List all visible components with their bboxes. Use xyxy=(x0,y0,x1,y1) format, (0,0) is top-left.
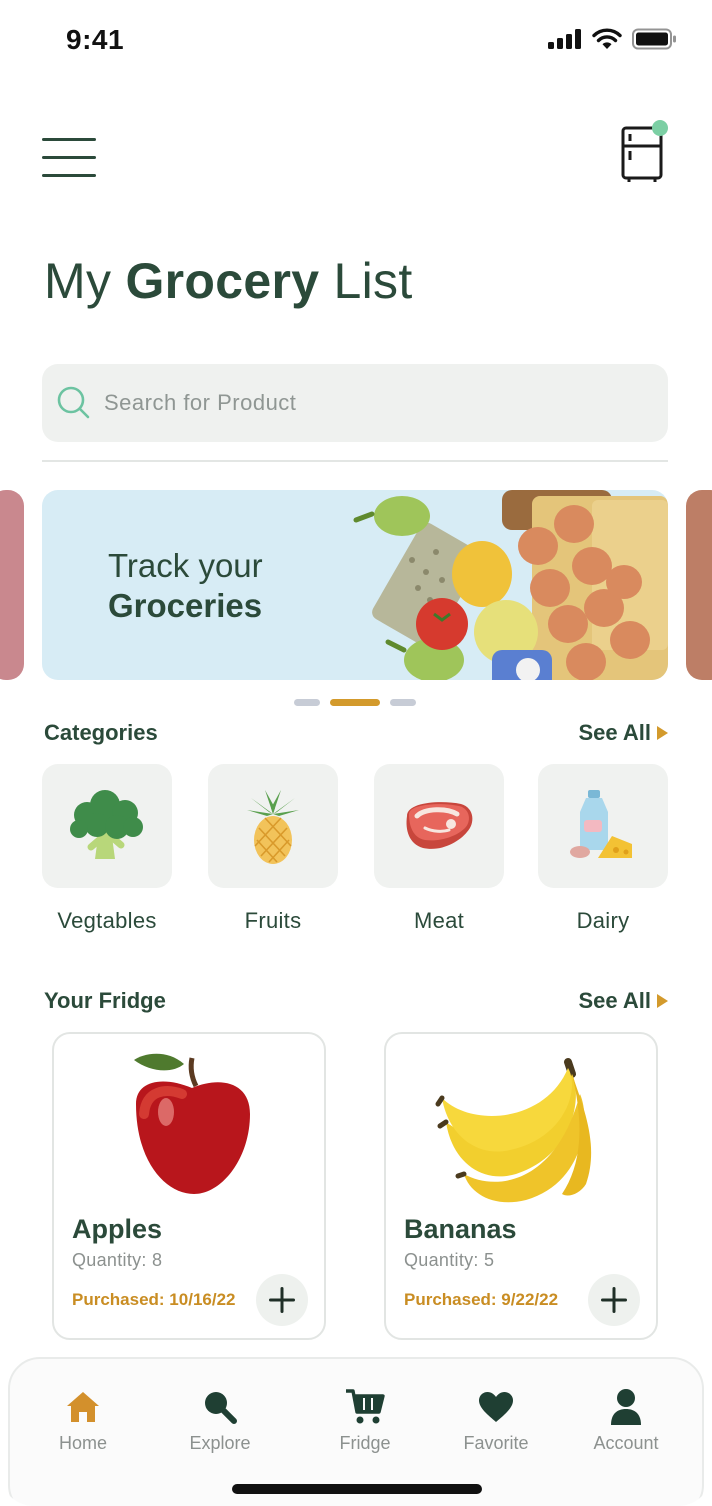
carousel-prev-card[interactable] xyxy=(0,490,24,680)
item-purchase-date: Purchased: 10/16/22 xyxy=(72,1290,236,1309)
title-bold: Grocery xyxy=(125,253,320,309)
fridge-icon xyxy=(621,120,668,182)
banana-image xyxy=(435,1058,592,1203)
nav-label: Fridge xyxy=(339,1433,391,1453)
title-suffix: List xyxy=(319,253,413,309)
broccoli-icon xyxy=(70,790,143,859)
fridge-section-title: Your Fridge xyxy=(44,988,166,1013)
arrow-right-icon xyxy=(657,726,668,740)
category-tile xyxy=(42,764,172,888)
nav-fridge[interactable]: Fridge xyxy=(310,1387,420,1454)
nav-label: Home xyxy=(58,1433,107,1453)
category-label: Meat xyxy=(413,908,465,933)
categories-see-all-link[interactable]: See All xyxy=(578,720,668,746)
steak-icon xyxy=(406,802,473,849)
divider xyxy=(42,460,668,462)
banner-line1: Track your xyxy=(108,547,263,584)
item-quantity: Quantity: 8 xyxy=(72,1250,163,1270)
menu-button[interactable] xyxy=(42,138,98,178)
add-button[interactable] xyxy=(588,1274,640,1326)
cart-icon xyxy=(346,1389,385,1424)
nav-label: Favorite xyxy=(463,1433,529,1453)
search-icon xyxy=(205,1392,237,1424)
item-purchase-date: Purchased: 9/22/22 xyxy=(404,1290,559,1309)
item-name: Bananas xyxy=(404,1214,517,1244)
fridge-item-card[interactable]: Apples Quantity: 8 Purchased: 10/16/22 xyxy=(52,1032,326,1340)
carousel-next-card[interactable] xyxy=(686,490,712,680)
page-title: My Grocery List xyxy=(44,252,413,310)
nav-label: Account xyxy=(593,1433,659,1453)
banner-text: Track your Groceries xyxy=(108,546,263,626)
nav-home[interactable]: Home xyxy=(28,1387,138,1454)
category-fruits[interactable]: Fruits xyxy=(208,764,338,934)
promo-banner[interactable]: Track your Groceries xyxy=(42,490,668,680)
search-bar[interactable] xyxy=(42,364,668,442)
arrow-right-icon xyxy=(657,994,668,1008)
carousel-dot-active[interactable] xyxy=(330,699,380,706)
see-all-label: See All xyxy=(578,720,651,745)
status-time: 9:41 xyxy=(66,24,125,55)
carousel-indicator xyxy=(294,699,416,706)
category-meat[interactable]: Meat xyxy=(374,764,504,934)
wifi-icon xyxy=(592,28,622,49)
title-prefix: My xyxy=(44,253,126,309)
category-vegetables[interactable]: Vegtables xyxy=(42,764,172,934)
nav-favorite[interactable]: Favorite xyxy=(441,1387,551,1454)
item-name: Apples xyxy=(72,1214,163,1244)
category-label: Dairy xyxy=(576,908,630,933)
category-tile xyxy=(208,764,338,888)
category-dairy[interactable]: Dairy xyxy=(538,764,668,934)
item-quantity: Quantity: 5 xyxy=(404,1250,495,1270)
nav-explore[interactable]: Explore xyxy=(165,1387,275,1454)
app-screen: 9:41 My Grocery List Search for Product … xyxy=(0,0,712,1506)
signal-icon xyxy=(548,29,581,49)
fridge-button[interactable] xyxy=(616,118,672,184)
category-label: Fruits xyxy=(244,908,302,933)
category-label: Vegtables xyxy=(57,908,157,933)
notification-dot xyxy=(652,120,668,136)
carousel-dot[interactable] xyxy=(390,699,416,706)
plus-icon xyxy=(269,1287,295,1313)
search-input[interactable] xyxy=(104,390,624,416)
category-tile xyxy=(374,764,504,888)
groceries-image xyxy=(353,490,668,680)
fridge-see-all-link[interactable]: See All xyxy=(578,988,668,1014)
fridge-item-card[interactable]: Bananas Quantity: 5 Purchased: 9/22/22 xyxy=(384,1032,658,1340)
home-icon xyxy=(67,1392,99,1422)
heart-icon xyxy=(479,1392,513,1422)
status-icons xyxy=(548,28,678,50)
nav-account[interactable]: Account xyxy=(571,1387,681,1454)
plus-icon xyxy=(601,1287,627,1313)
battery-icon xyxy=(632,28,676,50)
user-icon xyxy=(611,1389,641,1425)
carousel-dot[interactable] xyxy=(294,699,320,706)
see-all-label: See All xyxy=(578,988,651,1013)
add-button[interactable] xyxy=(256,1274,308,1326)
home-indicator[interactable] xyxy=(232,1484,482,1494)
milk-cheese-icon xyxy=(570,790,632,858)
pineapple-icon xyxy=(247,790,299,864)
nav-label: Explore xyxy=(189,1433,251,1453)
category-tile xyxy=(538,764,668,888)
banner-line2: Groceries xyxy=(108,587,263,624)
apple-image xyxy=(134,1053,250,1194)
categories-title: Categories xyxy=(44,720,158,745)
search-icon xyxy=(57,386,90,419)
hamburger-icon xyxy=(42,138,96,177)
